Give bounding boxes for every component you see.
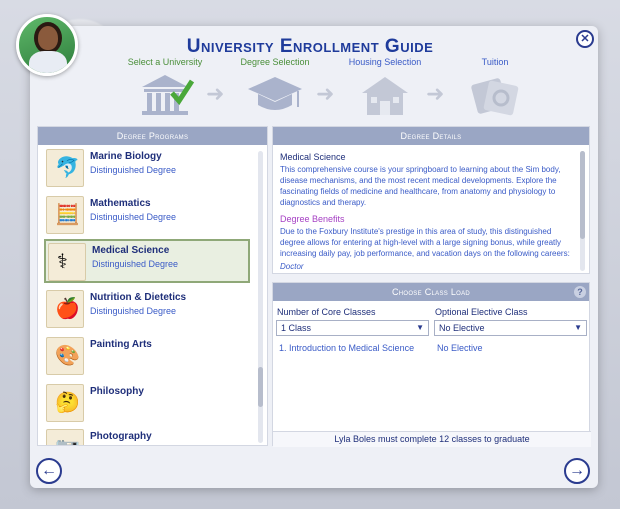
camera-icon: 📷 xyxy=(46,429,84,445)
benefits-text: Due to the Foxbury Institute's prestige … xyxy=(280,227,570,258)
degree-details-panel: Degree Details Medical Science This comp… xyxy=(272,126,590,274)
dolphin-icon: 🐬 xyxy=(46,149,84,187)
graduation-requirement: Lyla Boles must complete 12 classes to g… xyxy=(273,431,591,447)
degree-description: This comprehensive course is your spring… xyxy=(280,165,561,207)
chevron-down-icon: ▼ xyxy=(416,323,424,332)
enrollment-steps: Select a University ➜ Degree Selection ➜… xyxy=(110,56,550,122)
list-item-marine-biology[interactable]: 🐬 Marine Biology Distinguished Degree xyxy=(44,147,250,191)
page-title: University Enrollment Guide xyxy=(186,36,434,57)
core-classes-label: Number of Core Classes xyxy=(277,307,376,317)
arrow-left-icon: ← xyxy=(41,462,57,479)
step-degree-selection[interactable]: Degree Selection xyxy=(220,56,330,119)
calculator-icon: 🧮 xyxy=(46,196,84,234)
elective-class-item: No Elective xyxy=(437,343,483,353)
list-item-philosophy[interactable]: 🤔 Philosophy xyxy=(44,382,250,426)
class-load-panel: Choose Class Load ? Number of Core Class… xyxy=(272,282,591,447)
step-housing-selection[interactable]: Housing Selection xyxy=(330,56,440,119)
thinker-icon: 🤔 xyxy=(46,384,84,422)
help-icon[interactable]: ? xyxy=(574,286,586,298)
graduation-cap-icon xyxy=(244,71,306,119)
degree-programs-header: Degree Programs xyxy=(38,127,267,145)
palette-icon: 🎨 xyxy=(46,337,84,375)
core-classes-dropdown[interactable]: 1 Class ▼ xyxy=(276,320,429,336)
details-scrollbar[interactable] xyxy=(580,151,585,271)
list-item-mathematics[interactable]: 🧮 Mathematics Distinguished Degree xyxy=(44,194,250,238)
degree-programs-panel: Degree Programs 🐬 Marine Biology Disting… xyxy=(37,126,268,446)
arrow-right-icon: → xyxy=(569,462,585,479)
step-select-university[interactable]: Select a University xyxy=(110,56,220,119)
house-icon xyxy=(354,71,416,119)
step-tuition[interactable]: Tuition xyxy=(440,56,550,119)
list-item-photography[interactable]: 📷 Photography xyxy=(44,427,250,445)
caduceus-icon: ⚕ xyxy=(48,243,86,281)
list-item-medical-science[interactable]: ⚕ Medical Science Distinguished Degree xyxy=(44,239,250,283)
class-load-header: Choose Class Load xyxy=(273,283,589,301)
next-button[interactable]: → xyxy=(564,458,590,484)
career-item: Doctor xyxy=(280,262,304,270)
back-button[interactable]: ← xyxy=(36,458,62,484)
list-item-nutrition-dietetics[interactable]: 🍎 Nutrition & Dietetics Distinguished De… xyxy=(44,288,250,332)
core-class-item: 1. Introduction to Medical Science xyxy=(279,343,415,353)
apple-icon: 🍎 xyxy=(46,290,84,328)
degree-name: Medical Science xyxy=(280,152,346,162)
elective-class-label: Optional Elective Class xyxy=(435,307,528,317)
benefits-heading: Degree Benefits xyxy=(280,214,345,224)
money-icon xyxy=(464,71,526,119)
list-item-painting-arts[interactable]: 🎨 Painting Arts xyxy=(44,335,250,379)
elective-class-dropdown[interactable]: No Elective ▼ xyxy=(434,320,587,336)
degree-details-header: Degree Details xyxy=(273,127,589,145)
courthouse-icon xyxy=(134,71,196,119)
chevron-down-icon: ▼ xyxy=(574,323,582,332)
programs-scrollbar[interactable] xyxy=(258,151,263,443)
